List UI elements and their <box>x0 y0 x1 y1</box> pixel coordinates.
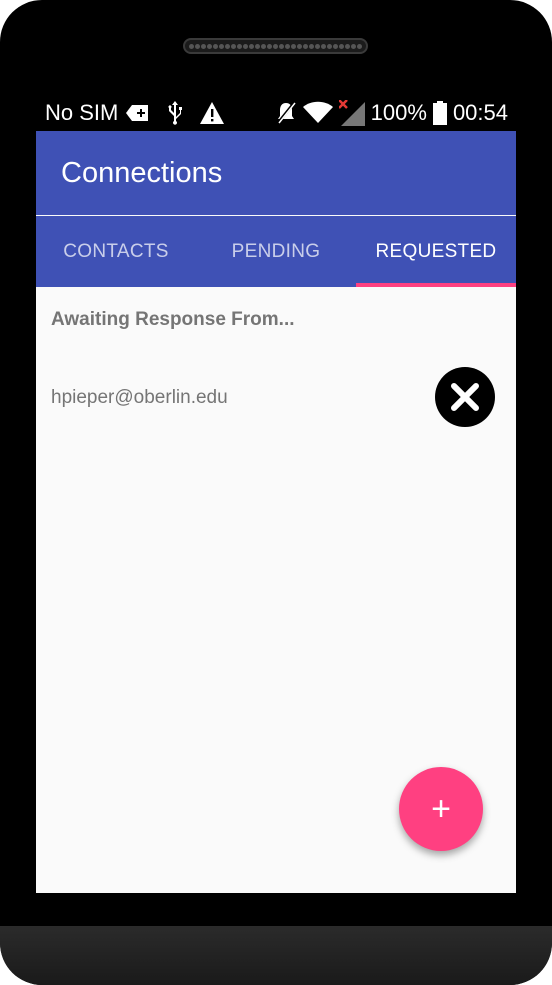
device-frame: No SIM 100% 00:54 Connections CONTACTS P… <box>0 0 552 985</box>
section-header: Awaiting Response From... <box>51 309 295 330</box>
device-chin <box>0 926 552 985</box>
cancel-request-button[interactable] <box>435 367 495 427</box>
add-connection-button[interactable]: + <box>399 767 483 851</box>
clock: 00:54 <box>452 100 508 125</box>
status-bar: No SIM 100% 00:54 <box>36 92 516 132</box>
carrier-label: No SIM <box>45 100 119 125</box>
battery-icon <box>432 101 447 125</box>
app-screen: Connections CONTACTS PENDING REQUESTED A… <box>36 131 516 893</box>
signal-icon <box>338 100 365 126</box>
tab-pending[interactable]: PENDING <box>196 216 356 287</box>
warning-icon <box>200 102 225 124</box>
tab-bar: CONTACTS PENDING REQUESTED <box>36 216 516 287</box>
tab-requested-label: REQUESTED <box>375 240 497 262</box>
app-title: Connections <box>61 157 223 189</box>
list-item: hpieper@oberlin.edu <box>36 367 516 427</box>
wifi-icon <box>302 101 333 125</box>
usb-icon <box>166 101 184 125</box>
app-bar: Connections <box>36 131 516 215</box>
tab-contacts-label: CONTACTS <box>63 240 169 262</box>
mute-icon <box>275 101 297 125</box>
earpiece-speaker <box>183 38 368 54</box>
tab-requested[interactable]: REQUESTED <box>356 216 516 287</box>
plus-icon: + <box>431 789 451 828</box>
tab-pending-label: PENDING <box>231 240 321 262</box>
request-email: hpieper@oberlin.edu <box>51 387 228 408</box>
sim-plus-icon <box>126 103 150 123</box>
close-icon <box>451 383 479 411</box>
battery-percent: 100% <box>370 100 427 125</box>
tab-contacts[interactable]: CONTACTS <box>36 216 196 287</box>
tab-indicator <box>356 283 516 287</box>
